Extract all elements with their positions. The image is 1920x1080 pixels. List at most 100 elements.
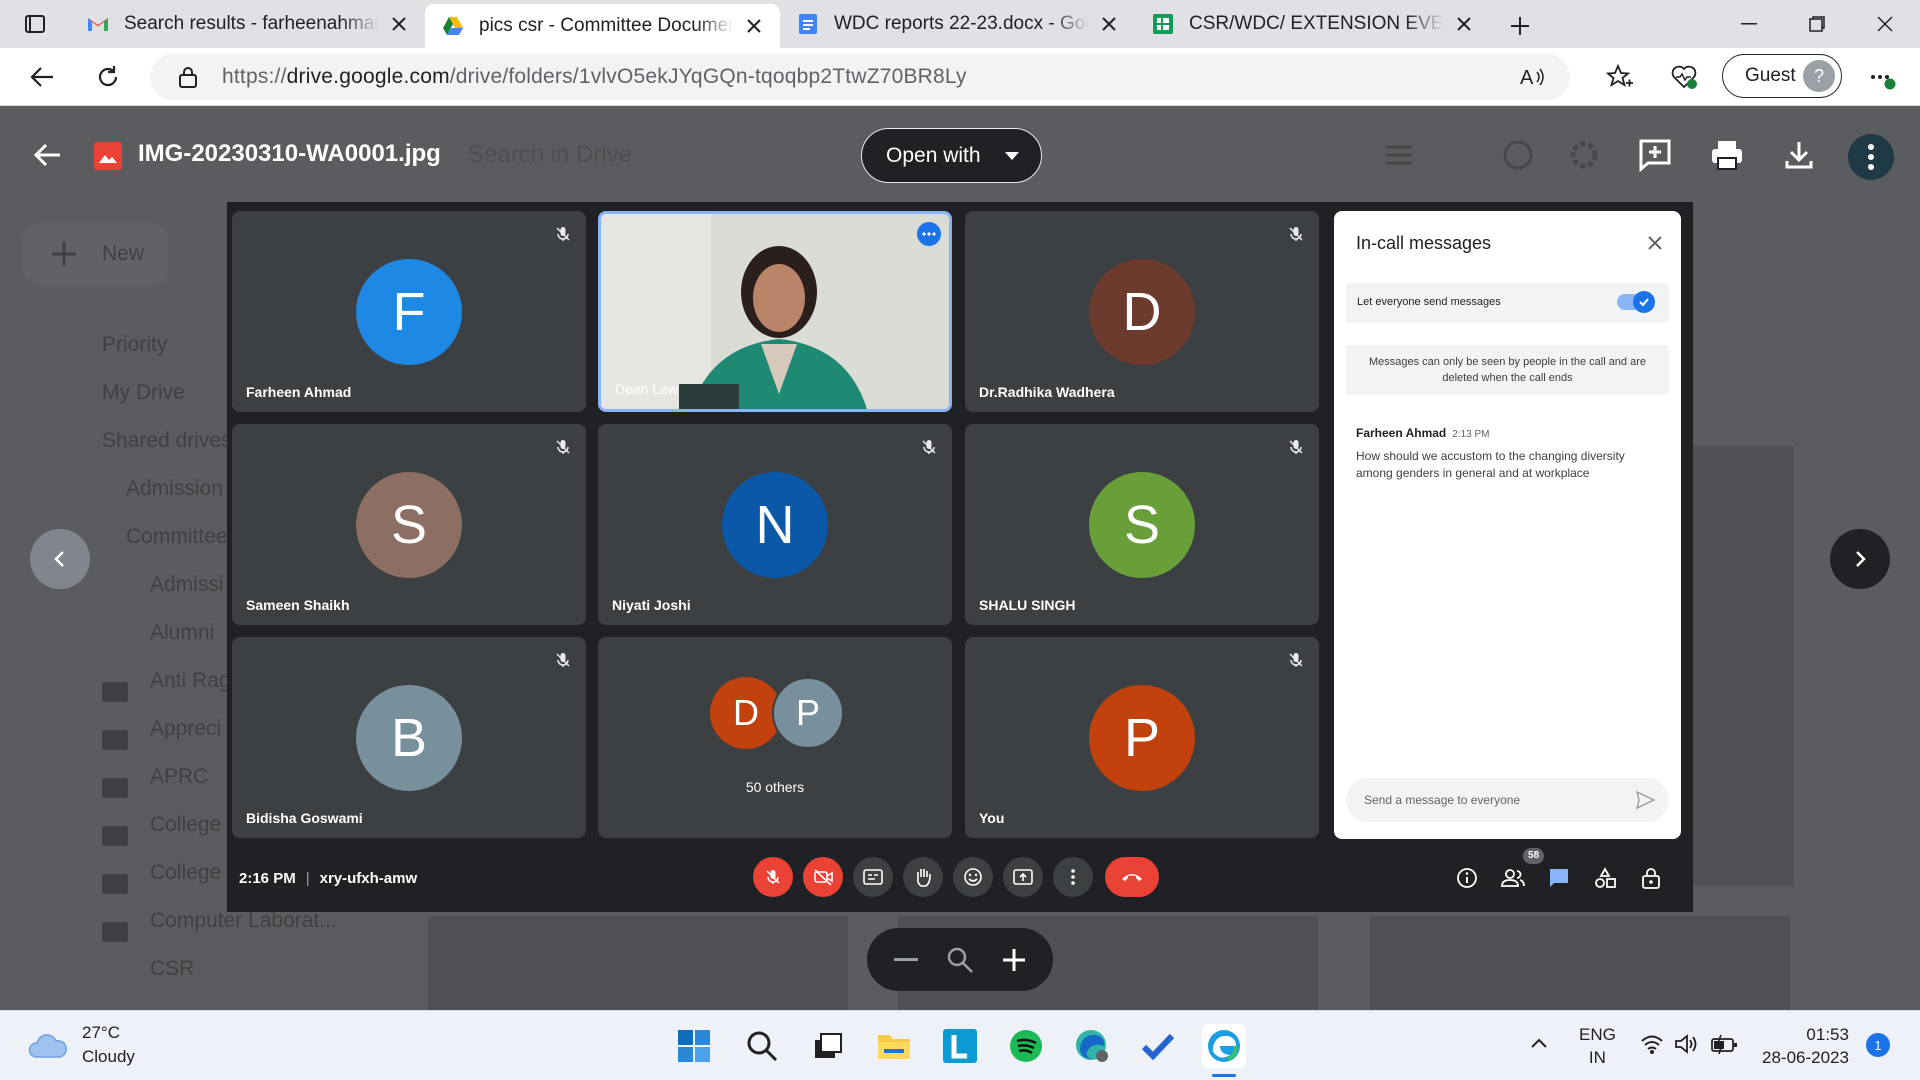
todo-button[interactable] [1136, 1024, 1180, 1068]
zoom-reset-button[interactable] [943, 943, 977, 977]
new-tab-button[interactable] [1498, 4, 1542, 48]
profile-button[interactable]: Guest ? [1722, 54, 1842, 98]
url-field[interactable]: https://drive.google.com/drive/folders/1… [150, 54, 1570, 100]
thumbnail [1370, 916, 1790, 1010]
gear-icon [1563, 134, 1605, 176]
minimize-button[interactable] [1714, 0, 1784, 48]
check-icon [1633, 291, 1655, 313]
nav-item: Shared drives [102, 429, 232, 452]
edge-browser-button[interactable] [1202, 1024, 1246, 1068]
toggle-label: Let everyone send messages [1357, 296, 1501, 308]
open-with-button[interactable]: Open with [861, 128, 1042, 183]
nav-item: Anti Rag [150, 669, 231, 692]
more-vertical-icon [1053, 857, 1093, 897]
mic-off-icon [753, 857, 793, 897]
thumbnail [1686, 446, 1794, 886]
nav-item: Admission [126, 477, 223, 500]
address-bar-row: https://drive.google.com/drive/folders/1… [0, 48, 1920, 106]
chevron-up-icon[interactable] [1530, 1037, 1548, 1049]
close-viewer-button[interactable] [30, 137, 66, 173]
add-comment-button[interactable] [1634, 134, 1676, 176]
more-actions-button[interactable] [1848, 134, 1894, 180]
raise-hand-icon [903, 857, 943, 897]
zoom-out-button[interactable] [889, 943, 923, 977]
notification-badge[interactable]: 1 [1866, 1033, 1890, 1057]
zoom-in-button[interactable] [997, 943, 1031, 977]
task-view-button[interactable] [806, 1024, 850, 1068]
edge-profile-button[interactable] [1070, 1024, 1114, 1068]
read-aloud-icon[interactable]: A [1520, 66, 1546, 88]
file-explorer-button[interactable] [872, 1024, 916, 1068]
app-l-button[interactable] [938, 1024, 982, 1068]
gmail-icon [88, 18, 108, 31]
file-name: IMG-20230310-WA0001.jpg [138, 140, 441, 167]
participant-tile-video: Dean Law [598, 211, 952, 412]
participant-tile: F Farheen Ahmad [232, 211, 586, 412]
clock-time: 01:53 [1806, 1025, 1849, 1044]
browser-tab-sheets[interactable]: CSR/WDC/ EXTENSION EVENTS [1135, 4, 1490, 44]
spotify-button[interactable] [1004, 1024, 1048, 1068]
sheets-icon [1153, 14, 1173, 34]
download-button[interactable] [1778, 134, 1820, 176]
weather-widget[interactable]: 27°C Cloudy [28, 1021, 135, 1069]
nav-item: College [150, 813, 222, 836]
windows-taskbar: 27°C Cloudy ENG IN 01:53 28-06-2023 1 [0, 1010, 1920, 1080]
browser-tab-drive[interactable]: pics csr - Committee Documents [425, 4, 780, 48]
settings-more-button[interactable] [1862, 57, 1902, 97]
close-window-button[interactable] [1850, 0, 1920, 48]
messages-notice: Messages can only be seen by people in t… [1346, 345, 1669, 395]
message-text: How should we accustom to the changing d… [1356, 449, 1625, 480]
nav-item: College [150, 861, 222, 884]
search-button[interactable] [740, 1024, 784, 1068]
edge-icon [1208, 1030, 1240, 1062]
input-language[interactable]: ENG IN [1579, 1023, 1616, 1069]
download-icon [1785, 142, 1813, 169]
minus-icon [894, 957, 918, 961]
docs-icon [799, 14, 817, 34]
close-tab-icon[interactable] [1452, 12, 1476, 36]
cloud-icon [28, 1034, 67, 1058]
guest-avatar-icon: ? [1803, 60, 1835, 92]
chevron-right-icon [1856, 551, 1866, 567]
next-file-button[interactable] [1830, 529, 1890, 589]
mic-off-icon [556, 653, 570, 667]
send-icon [1635, 790, 1655, 810]
print-button[interactable] [1706, 134, 1748, 176]
nav-item: Committee [126, 525, 228, 548]
open-with-label: Open with [886, 143, 981, 167]
participant-avatar: F [356, 259, 462, 365]
spotify-icon [1010, 1030, 1042, 1062]
volume-icon[interactable] [1674, 1033, 1698, 1055]
tab-actions-button[interactable] [0, 0, 70, 48]
battery-charging-icon[interactable] [1710, 1033, 1738, 1055]
activities-icon [1591, 864, 1619, 892]
meeting-info-icon [1453, 864, 1481, 892]
meeting-time-code: 2:16 PM | xry-ufxh-amw [239, 870, 418, 887]
more-horizontal-icon [1871, 75, 1896, 90]
folder-icon [102, 730, 128, 750]
reload-button[interactable] [88, 57, 128, 97]
browser-tab-docs[interactable]: WDC reports 22-23.docx - Googl [780, 4, 1135, 44]
clock[interactable]: 01:53 28-06-2023 [1762, 1023, 1849, 1069]
camera-off-icon [803, 857, 843, 897]
temperature: 27°C [82, 1023, 120, 1042]
participant-name: Niyati Joshi [612, 597, 691, 613]
close-icon [1877, 16, 1893, 32]
favorites-button[interactable] [1600, 57, 1640, 97]
close-tab-icon[interactable] [387, 12, 411, 36]
participant-name: Dr.Radhika Wadhera [979, 384, 1115, 400]
previous-file-button[interactable] [30, 529, 90, 589]
browser-tab-gmail[interactable]: Search results - farheenahmad@ [70, 4, 425, 44]
wifi-icon[interactable] [1640, 1033, 1664, 1055]
mic-off-icon [1289, 227, 1303, 241]
back-button[interactable] [22, 57, 62, 97]
participant-tile: S SHALU SINGH [965, 424, 1319, 625]
close-tab-icon[interactable] [1097, 12, 1121, 36]
restore-button[interactable] [1782, 0, 1852, 48]
arrow-left-icon [33, 143, 60, 167]
heart-pulse-icon [1671, 65, 1697, 89]
close-tab-icon[interactable] [742, 14, 766, 38]
start-button[interactable] [672, 1024, 716, 1068]
browser-essentials-button[interactable] [1664, 57, 1704, 97]
lock-icon [179, 67, 197, 88]
